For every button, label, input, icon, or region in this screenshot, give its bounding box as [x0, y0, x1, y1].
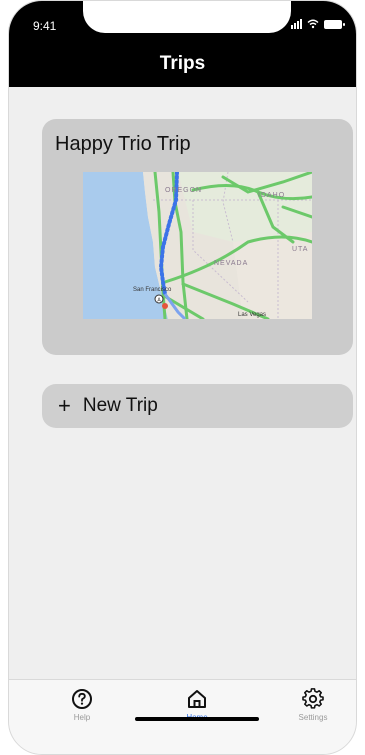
battery-icon [324, 19, 345, 29]
home-icon [188, 690, 206, 708]
status-icons [291, 18, 345, 30]
signal-icon [291, 19, 302, 29]
plus-icon: + [58, 393, 71, 418]
trip-card[interactable]: Happy Trio Trip A OREGON IDAHO NEVADA UT… [42, 119, 353, 355]
top-bar: 9:41 Trips [9, 1, 356, 87]
trip-name: Happy Trio Trip [55, 133, 191, 155]
help-icon [72, 689, 92, 709]
map-label-las-vegas: Las Vegas [238, 312, 267, 318]
new-trip-button[interactable]: + New Trip [42, 384, 353, 428]
home-indicator [135, 717, 259, 721]
map-label-utah: UTA [292, 246, 309, 253]
map-label-idaho: IDAHO [258, 192, 286, 199]
status-time: 9:41 [33, 19, 57, 33]
map-label-nevada: NEVADA [214, 260, 249, 267]
map-label-san-francisco: San Francisco [133, 287, 172, 293]
new-trip-label: New Trip [82, 395, 158, 416]
wifi-icon [307, 19, 319, 29]
tab-settings[interactable]: Settings [278, 688, 348, 722]
trip-map[interactable]: A OREGON IDAHO NEVADA UTA San Francisco … [83, 172, 312, 319]
device-notch [83, 1, 291, 33]
gear-icon [302, 688, 324, 709]
phone-screen: 9:41 Trips Happy Trio Trip A OREGON IDAH… [8, 0, 357, 755]
tab-help[interactable]: Help [47, 688, 117, 722]
map-label-oregon: OREGON [165, 187, 203, 194]
page-title: Trips [159, 53, 206, 74]
tab-settings-label: Settings [298, 713, 328, 722]
tab-help-label: Help [73, 713, 91, 722]
